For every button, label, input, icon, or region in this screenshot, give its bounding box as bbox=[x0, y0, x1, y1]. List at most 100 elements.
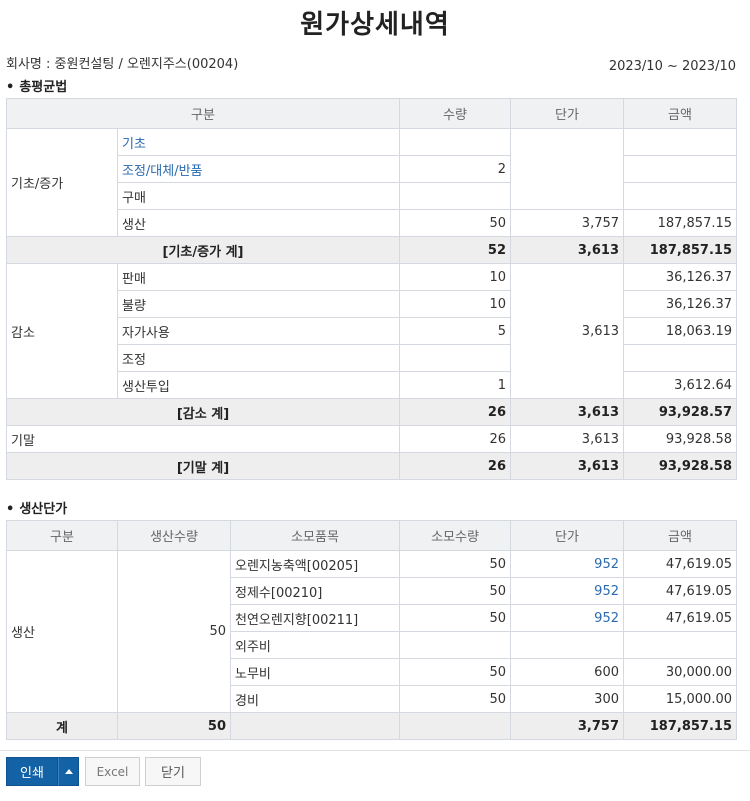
subtotal-row: [기말 계] 26 3,613 93,928.58 bbox=[5, 452, 738, 480]
row-label-sales: 판매 bbox=[116, 263, 401, 291]
cell-unit-price-link[interactable]: 952 bbox=[510, 604, 624, 632]
table-row: 생산 50 오렌지농축액[00205] 50 952 47,619.05 bbox=[6, 550, 737, 713]
subtotal-row: [기초/증가 계] 52 3,613 187,857.15 bbox=[5, 236, 738, 264]
cell-amount: 93,928.58 bbox=[623, 425, 738, 453]
section-title-text: 총평균법 bbox=[19, 80, 68, 95]
cell-item: 정제수[00210] bbox=[230, 577, 400, 605]
subtotal-label: [감소 계] bbox=[5, 398, 401, 426]
cell-amount bbox=[623, 344, 738, 372]
total-label: 계 bbox=[6, 712, 118, 740]
subtotal-unit-price: 3,613 bbox=[510, 452, 625, 480]
print-dropdown-button[interactable] bbox=[58, 757, 79, 786]
cell-unit-price: 3,613 bbox=[510, 425, 625, 453]
row-label-production-input: 생산투입 bbox=[116, 371, 401, 399]
table-row: 감소 판매 10 3,613 36,126.37 bbox=[6, 263, 738, 399]
table-header-row: 구분 생산수량 소모품목 소모수량 단가 금액 bbox=[6, 520, 737, 551]
cell-amount: 47,619.05 bbox=[623, 550, 737, 578]
group-label-decrease: 감소 bbox=[6, 263, 118, 399]
group-label-production: 생산 bbox=[6, 550, 118, 713]
cell-consumed-qty: 50 bbox=[399, 685, 511, 713]
header-consumed-qty: 소모수량 bbox=[399, 520, 511, 551]
subtotal-qty: 26 bbox=[399, 452, 512, 480]
subtotal-amount: 93,928.58 bbox=[623, 452, 738, 480]
cell-qty: 5 bbox=[399, 317, 512, 345]
cell-item: 노무비 bbox=[230, 658, 400, 686]
cell-qty bbox=[399, 128, 512, 156]
bullet-icon: • bbox=[6, 502, 15, 517]
cell-unit-price bbox=[510, 631, 624, 659]
excel-button[interactable]: Excel bbox=[85, 757, 140, 786]
section-title-average: • 총평균법 bbox=[6, 76, 67, 95]
subtotal-unit-price: 3,613 bbox=[510, 398, 625, 426]
cell-qty: 50 bbox=[399, 209, 512, 237]
cell-qty bbox=[399, 344, 512, 372]
cell-production-qty: 50 bbox=[117, 550, 231, 713]
bullet-icon: • bbox=[6, 80, 15, 95]
subtotal-amount: 187,857.15 bbox=[623, 236, 738, 264]
header-amount: 금액 bbox=[623, 520, 737, 551]
row-label-purchase: 구매 bbox=[116, 182, 401, 210]
section-title-text: 생산단가 bbox=[19, 502, 68, 517]
company-line: 회사명 : 중원컨설팅 / 오렌지주스(00204) bbox=[6, 57, 239, 72]
cell-item: 천연오렌지향[00211] bbox=[230, 604, 400, 632]
cell-qty: 10 bbox=[399, 290, 512, 318]
row-label-opening[interactable]: 기초 bbox=[116, 128, 401, 156]
cell-amount: 47,619.05 bbox=[623, 604, 737, 632]
row-label-defect: 불량 bbox=[116, 290, 401, 318]
cell-consumed-qty: 50 bbox=[399, 658, 511, 686]
cell-qty: 26 bbox=[399, 425, 512, 453]
production-unit-table: 구분 생산수량 소모품목 소모수량 단가 금액 생산 50 오렌지농축액[002… bbox=[6, 520, 737, 740]
header-consumed-item: 소모품목 bbox=[230, 520, 400, 551]
cell-qty: 1 bbox=[399, 371, 512, 399]
cell-amount: 187,857.15 bbox=[623, 209, 738, 237]
cell-amount: 30,000.00 bbox=[623, 658, 737, 686]
cell-amount: 36,126.37 bbox=[623, 263, 738, 291]
row-label-production: 생산 bbox=[116, 209, 401, 237]
subtotal-row: [감소 계] 26 3,613 93,928.57 bbox=[5, 398, 738, 426]
cell-amount bbox=[623, 631, 737, 659]
caret-up-icon bbox=[64, 769, 73, 774]
header-unit-price: 단가 bbox=[510, 98, 625, 129]
group-label-opening-increase: 기초/증가 bbox=[6, 128, 118, 237]
cell-amount: 18,063.19 bbox=[623, 317, 738, 345]
header-unit-price: 단가 bbox=[510, 520, 624, 551]
cell-consumed-qty: 50 bbox=[399, 604, 511, 632]
cell-amount: 15,000.00 bbox=[623, 685, 737, 713]
cell-amount bbox=[623, 128, 738, 156]
cell-qty bbox=[399, 182, 512, 210]
row-label-self-use: 자가사용 bbox=[116, 317, 401, 345]
cell-consumed-qty bbox=[399, 631, 511, 659]
header-production-qty: 생산수량 bbox=[117, 520, 231, 551]
total-production-qty: 50 bbox=[117, 712, 231, 740]
cell-consumed-qty: 50 bbox=[399, 577, 511, 605]
subtotal-qty: 52 bbox=[399, 236, 512, 264]
cell-amount bbox=[623, 182, 738, 210]
header-category: 구분 bbox=[5, 98, 401, 129]
subtotal-unit-price: 3,613 bbox=[510, 236, 625, 264]
subtotal-label: [기말 계] bbox=[5, 452, 401, 480]
subtotal-amount: 93,928.57 bbox=[623, 398, 738, 426]
cell-unit-price-link[interactable]: 952 bbox=[510, 550, 624, 578]
header-category: 구분 bbox=[6, 520, 118, 551]
total-item-empty bbox=[230, 712, 400, 740]
row-label-ending: 기말 bbox=[5, 425, 401, 453]
table-header-row: 구분 수량 단가 금액 bbox=[5, 98, 738, 129]
cell-unit-price: 3,757 bbox=[510, 209, 625, 237]
total-row: 계 50 3,757 187,857.15 bbox=[6, 712, 737, 740]
cell-unit-price-link[interactable]: 952 bbox=[510, 577, 624, 605]
total-unit-price: 3,757 bbox=[510, 712, 624, 740]
cell-item: 경비 bbox=[230, 685, 400, 713]
average-cost-table: 구분 수량 단가 금액 기초/증가 기초 조정/대체/반품 2 구매 생산 50… bbox=[5, 98, 738, 480]
cell-item: 외주비 bbox=[230, 631, 400, 659]
subtotal-label: [기초/증가 계] bbox=[5, 236, 401, 264]
close-button[interactable]: 닫기 bbox=[145, 757, 201, 786]
total-consumed-qty-empty bbox=[399, 712, 511, 740]
cell-consumed-qty: 50 bbox=[399, 550, 511, 578]
print-button[interactable]: 인쇄 bbox=[6, 757, 58, 786]
cell-unit-price-merged: 3,613 bbox=[510, 263, 625, 399]
cell-amount bbox=[623, 155, 738, 183]
cell-unit-empty bbox=[510, 128, 625, 210]
section-title-production-unit: • 생산단가 bbox=[6, 498, 67, 517]
row-label-adjust-transfer-return[interactable]: 조정/대체/반품 bbox=[116, 155, 401, 183]
period-range: 2023/10 ~ 2023/10 bbox=[608, 59, 736, 74]
